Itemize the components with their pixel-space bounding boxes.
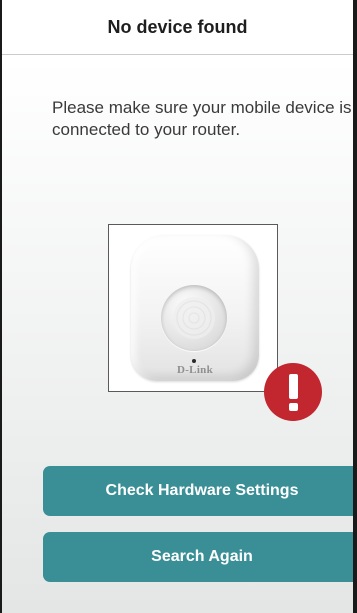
sensor-lens	[161, 285, 227, 351]
exclamation-bar	[289, 374, 298, 399]
header-bar: No device found	[2, 0, 353, 55]
exclamation-icon	[264, 363, 322, 421]
device-image-card: D-Link	[108, 224, 278, 392]
search-again-button[interactable]: Search Again	[43, 532, 353, 582]
sensor-led	[192, 359, 196, 363]
app-screen: No device found Please make sure your mo…	[0, 0, 357, 613]
brand-logo: D-Link	[176, 364, 214, 376]
page-title: No device found	[107, 16, 248, 37]
instruction-message: Please make sure your mobile device is c…	[52, 98, 352, 139]
motion-sensor-image: D-Link	[131, 235, 259, 381]
check-hardware-settings-button[interactable]: Check Hardware Settings	[43, 466, 353, 516]
exclamation-dot	[289, 403, 298, 411]
